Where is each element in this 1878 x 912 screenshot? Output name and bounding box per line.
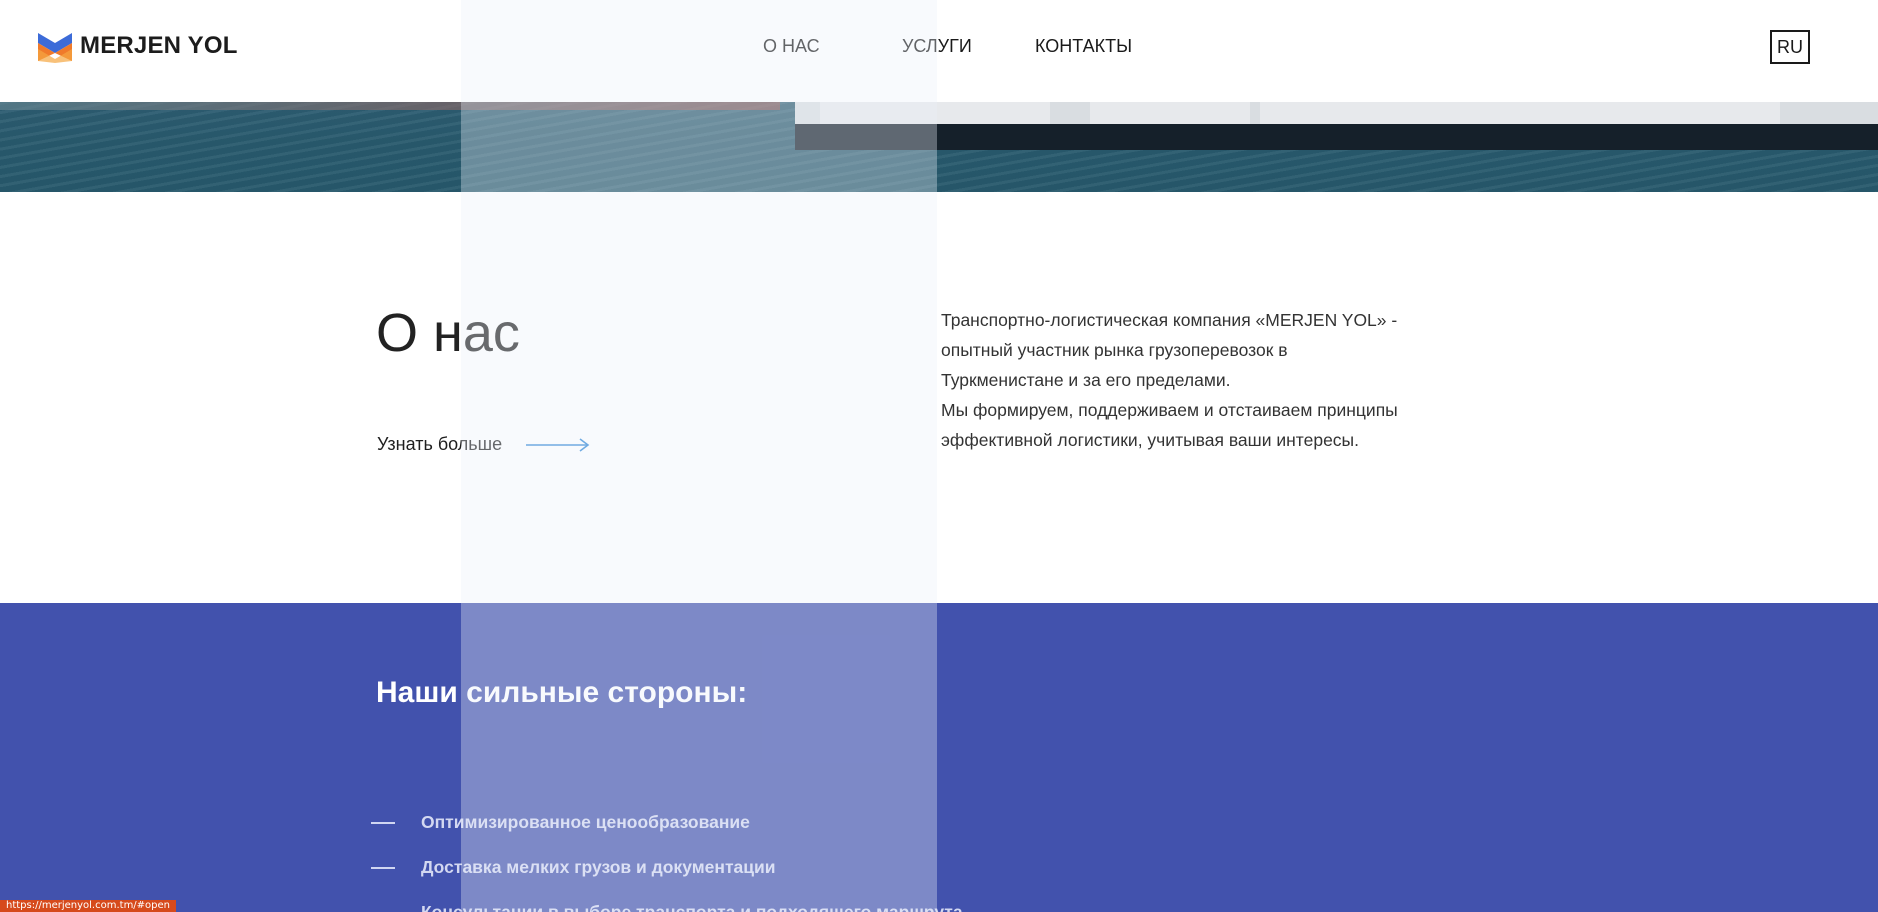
status-bar-url: https://merjenyol.com.tm/#open xyxy=(0,900,177,912)
list-item: Консультации в выборе транспорта и подхо… xyxy=(371,890,963,912)
ship-hull xyxy=(795,124,1878,150)
shoreline xyxy=(0,102,780,110)
arrow-right-icon xyxy=(526,437,590,452)
about-text-line: Туркменистане и за его пределами. xyxy=(941,370,1231,390)
hero-image xyxy=(0,102,1878,192)
site-header: MERJEN YOL О НАС УСЛУГИ КОНТАКТЫ RU xyxy=(0,0,1878,102)
dash-icon xyxy=(371,821,395,824)
about-title: О нас xyxy=(376,303,520,363)
strength-text: Доставка мелких грузов и документации xyxy=(421,857,776,877)
nav-about[interactable]: О НАС xyxy=(763,36,820,57)
language-switcher[interactable]: RU xyxy=(1770,30,1810,64)
about-text-line: Транспортно-логистическая компания «MERJ… xyxy=(941,310,1398,330)
learn-more-link[interactable]: Узнать больше xyxy=(377,434,590,455)
about-text-line: эффективной логистики, учитывая ваши инт… xyxy=(941,430,1359,450)
main-nav: О НАС УСЛУГИ КОНТАКТЫ xyxy=(0,36,1878,60)
nav-services[interactable]: УСЛУГИ xyxy=(902,36,972,57)
about-text-line: Мы формируем, поддерживаем и отстаиваем … xyxy=(941,400,1398,420)
nav-contacts[interactable]: КОНТАКТЫ xyxy=(1035,36,1132,57)
list-item: Доставка мелких грузов и документации xyxy=(371,845,963,890)
about-text-line: опытный участник рынка грузоперевозок в xyxy=(941,340,1288,360)
list-item: Оптимизированное ценообразование xyxy=(371,800,963,845)
dash-icon xyxy=(371,866,395,869)
about-description: Транспортно-логистическая компания «MERJ… xyxy=(941,305,1421,455)
learn-more-label: Узнать больше xyxy=(377,434,503,454)
strength-text: Консультации в выборе транспорта и подхо… xyxy=(421,902,963,912)
strengths-title: Наши сильные стороны: xyxy=(376,676,748,709)
strengths-list: Оптимизированное ценообразование Доставк… xyxy=(371,800,963,912)
strength-text: Оптимизированное ценообразование xyxy=(421,812,750,832)
